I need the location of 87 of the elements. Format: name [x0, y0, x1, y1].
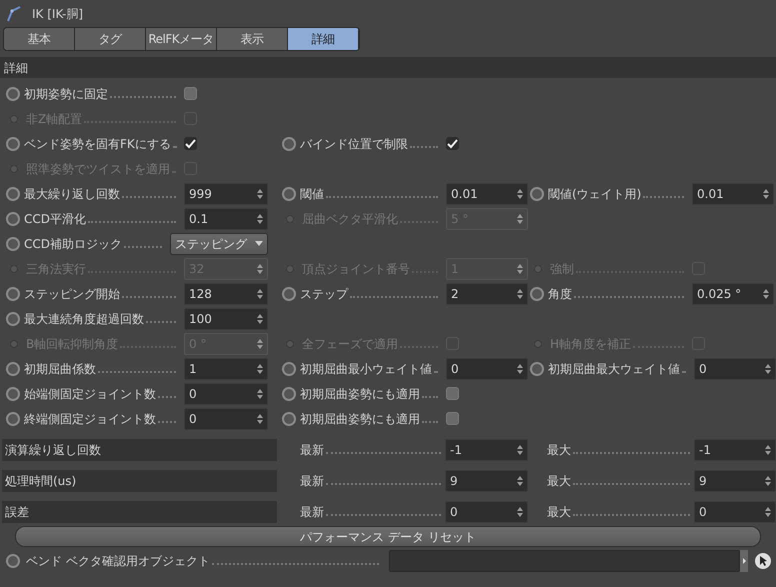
spinner-arrows-icon[interactable] [763, 188, 769, 198]
field-label: 閾値 [300, 186, 324, 202]
caret-icon[interactable] [740, 550, 748, 572]
tab[interactable]: タグ [75, 28, 146, 50]
stat-label: 処理時間(us) [2, 470, 277, 492]
field-label: 初期姿勢に固定 [24, 86, 108, 102]
spinner-arrows-icon[interactable] [763, 288, 769, 298]
number-field[interactable]: 100 [184, 308, 268, 330]
number-field[interactable]: 0.025 ° [692, 282, 774, 304]
field-label: 角度 [548, 286, 572, 302]
tab[interactable]: 表示 [217, 28, 288, 50]
number-field[interactable]: 999 [184, 182, 268, 204]
spinner-arrows-icon[interactable] [765, 445, 771, 455]
spinner-arrows-icon[interactable] [517, 445, 523, 455]
section-header: 詳細 [0, 57, 776, 78]
number-field[interactable]: 9 [694, 470, 776, 492]
spinner-arrows-icon[interactable] [517, 288, 523, 298]
number-field[interactable]: 2 [446, 282, 528, 304]
number-field[interactable]: 9 [445, 470, 528, 492]
checkbox[interactable] [184, 87, 197, 100]
tab[interactable]: RelFKメータ [146, 28, 217, 50]
field-label: 閾値(ウェイト用) [548, 186, 642, 202]
field-label: 初期屈曲姿勢にも適用 [300, 386, 420, 402]
check-icon [447, 138, 458, 148]
number-field[interactable]: 0 [184, 408, 268, 430]
field-label: ステップ [300, 286, 348, 302]
check-icon [185, 138, 196, 148]
checkbox[interactable] [446, 412, 459, 425]
number-field[interactable]: 0 [694, 358, 776, 380]
number-field[interactable]: -1 [694, 439, 776, 461]
number-field[interactable]: 0 [694, 501, 776, 523]
number-field[interactable]: -1 [445, 439, 528, 461]
spinner-arrows-icon[interactable] [765, 507, 771, 517]
field-label: ベンド姿勢を固有FKにする [24, 136, 171, 152]
spinner-arrows-icon[interactable] [765, 476, 771, 486]
checkbox[interactable] [446, 137, 459, 150]
tab[interactable]: 基本 [4, 28, 75, 50]
spinner-arrows-icon[interactable] [765, 364, 771, 374]
spinner-arrows-icon[interactable] [257, 314, 263, 324]
field-label: 初期屈曲最小ウェイト値 [300, 360, 432, 378]
reset-button[interactable]: パフォーマンス データ リセット [15, 526, 761, 547]
spinner-arrows-icon[interactable] [257, 414, 263, 424]
spinner-arrows-icon[interactable] [517, 188, 523, 198]
number-field[interactable]: 0 [446, 358, 528, 380]
field-label: ステッピング開始 [24, 286, 120, 302]
field-label: CCD補助ロジック [24, 236, 122, 252]
field-label: CCD平滑化 [24, 210, 86, 228]
stat-label: 演算繰り返し回数 [2, 439, 277, 461]
field-label: 始端側固定ジョイント数 [24, 386, 156, 402]
spinner-arrows-icon[interactable] [257, 388, 263, 398]
number-field[interactable]: 128 [184, 282, 268, 304]
field-label: ベンド ベクタ確認用オブジェクト [26, 553, 210, 570]
dropdown-button[interactable]: ステッピング [170, 232, 268, 254]
field-label: 終端側固定ジョイント数 [24, 410, 156, 428]
pointer-icon[interactable] [754, 552, 772, 570]
number-field[interactable]: 0.01 [692, 182, 774, 204]
field-label: 最大繰り返し回数 [24, 186, 120, 202]
number-field[interactable]: 0 [445, 501, 528, 523]
field-label: バインド位置で制限 [300, 136, 408, 152]
field-label: 最新 [300, 504, 324, 521]
checkbox[interactable] [446, 387, 459, 400]
number-field[interactable]: 0.01 [446, 182, 528, 204]
spinner-arrows-icon[interactable] [257, 364, 263, 374]
tab[interactable]: 詳細 [288, 28, 359, 50]
field-label: 最大 [547, 504, 571, 521]
caret-icon [255, 241, 263, 246]
field-label: 初期屈曲係数 [24, 360, 96, 378]
spinner-arrows-icon[interactable] [257, 288, 263, 298]
spinner-arrows-icon[interactable] [517, 476, 523, 486]
link-field[interactable] [389, 550, 740, 572]
spinner-arrows-icon[interactable] [517, 507, 523, 517]
field-label: 最新 [300, 473, 324, 490]
checkbox[interactable] [184, 137, 197, 150]
field-label: 最大 [547, 442, 571, 459]
spinner-arrows-icon[interactable] [517, 364, 523, 374]
field-label: 最新 [300, 442, 324, 459]
field-label: 初期屈曲最大ウェイト値 [548, 360, 680, 378]
number-field[interactable]: 0.1 [184, 208, 268, 230]
field-label: 最大連続角度超過回数 [24, 310, 144, 328]
window-title: IK [IK-胴] [32, 6, 84, 22]
spinner-arrows-icon[interactable] [257, 188, 263, 198]
field-label: 初期屈曲姿勢にも適用 [300, 410, 420, 428]
field-label: 最大 [547, 473, 571, 490]
number-field[interactable]: 0 [184, 382, 268, 404]
number-field[interactable]: 1 [184, 358, 268, 380]
spinner-arrows-icon[interactable] [257, 214, 263, 224]
stat-label: 誤差 [2, 501, 277, 523]
